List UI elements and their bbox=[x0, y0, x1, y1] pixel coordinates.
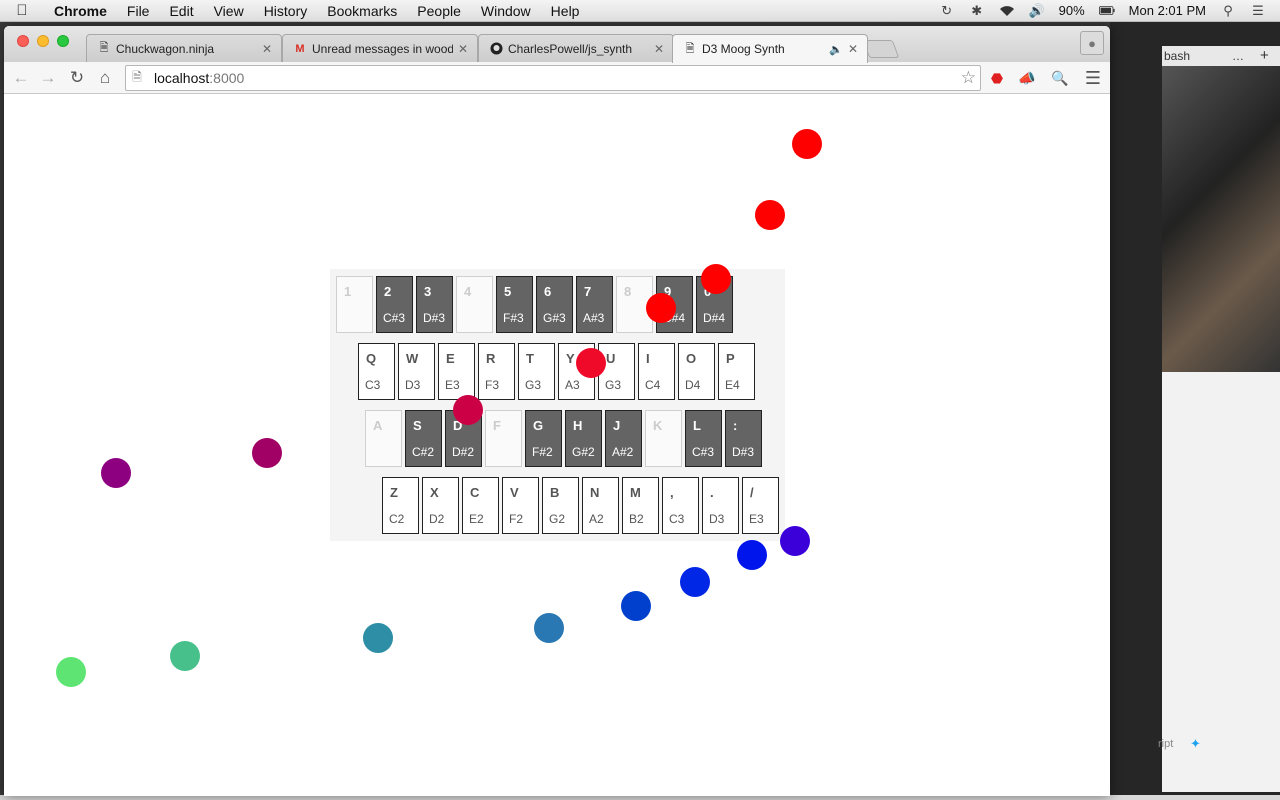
synth-page: 1 2 C#3 3 D#3 4 5 F#3 6 G#3 7 A#3 8 9 C#4 0 D#4 Q C3 W D3 E E3… bbox=[4, 94, 1110, 796]
tab-title: Chuckwagon.ninja bbox=[116, 41, 215, 56]
megaphone-extension-icon[interactable]: 📣 bbox=[1017, 68, 1037, 88]
tab-title: Unread messages in wood bbox=[312, 41, 453, 56]
menu-edit[interactable]: Edit bbox=[159, 0, 203, 22]
note-dot bbox=[453, 395, 483, 425]
menubar-clock[interactable]: Mon 2:01 PM bbox=[1129, 3, 1206, 18]
twitter-icon: ✦ bbox=[1190, 736, 1201, 751]
background-panel: ript ✦ bbox=[1158, 372, 1280, 792]
background-tab: bash … + bbox=[1162, 46, 1280, 66]
page-icon: 🗎 bbox=[685, 42, 695, 55]
page-info-icon[interactable]: 🗎 bbox=[130, 70, 144, 85]
macos-menu-bar:  Chrome File Edit View History Bookmark… bbox=[0, 0, 1280, 22]
note-dot bbox=[737, 540, 767, 570]
zoom-window-button[interactable] bbox=[57, 35, 69, 47]
note-dot bbox=[621, 591, 651, 621]
close-tab-icon[interactable]: ✕ bbox=[261, 42, 273, 56]
bluetooth-icon[interactable]: ✱ bbox=[969, 3, 985, 18]
note-dot bbox=[363, 623, 393, 653]
battery-percent: 90% bbox=[1058, 3, 1085, 18]
background-tab-label: bash bbox=[1164, 49, 1191, 63]
minimize-window-button[interactable] bbox=[37, 35, 49, 47]
background-terminal-window: bash … + ript ✦ bbox=[1110, 22, 1280, 800]
battery-icon[interactable] bbox=[1098, 4, 1115, 18]
add-icon: + bbox=[1260, 47, 1269, 64]
menu-help[interactable]: Help bbox=[541, 0, 590, 22]
close-tab-icon[interactable]: ✕ bbox=[847, 42, 859, 56]
status-area: ↻ ✱ 🔊 90% Mon 2:01 PM ⚲ ☰ bbox=[939, 3, 1280, 19]
note-dot bbox=[576, 348, 606, 378]
tab-title: CharlesPowell/js_synth bbox=[508, 41, 633, 56]
url-port: :8000 bbox=[209, 70, 245, 86]
chrome-menu-icon[interactable]: ☰ bbox=[1083, 68, 1103, 88]
note-dot bbox=[646, 293, 676, 323]
tab-title: D3 Moog Synth bbox=[702, 42, 785, 56]
menu-history[interactable]: History bbox=[254, 0, 318, 22]
menu-view[interactable]: View bbox=[204, 0, 254, 22]
close-tab-icon[interactable]: ✕ bbox=[653, 42, 665, 56]
chrome-window: 🗎 Chuckwagon.ninja ✕ M Unread messages i… bbox=[4, 26, 1110, 796]
spotlight-search-icon[interactable]: ⚲ bbox=[1220, 3, 1236, 18]
volume-icon[interactable]: 🔊 bbox=[1029, 3, 1045, 18]
home-icon[interactable]: ⌂ bbox=[94, 67, 116, 89]
tab-chuckwagon[interactable]: 🗎 Chuckwagon.ninja ✕ bbox=[86, 34, 282, 62]
browser-toolbar: ← → ↻ ⌂ 🗎 localhost:8000 ☆ ⬣ 📣 🔍 ☰ bbox=[4, 62, 1110, 94]
page-icon: 🗎 bbox=[99, 42, 109, 54]
gmail-icon: M bbox=[295, 42, 305, 55]
tab-d3-moog-synth[interactable]: 🗎 D3 Moog Synth 🔈 ✕ bbox=[672, 34, 868, 63]
menu-file[interactable]: File bbox=[117, 0, 160, 22]
note-dot bbox=[170, 641, 200, 671]
menu-people[interactable]: People bbox=[407, 0, 471, 22]
more-icon: … bbox=[1232, 49, 1244, 63]
note-dots-visualization bbox=[56, 129, 822, 687]
menu-window[interactable]: Window bbox=[471, 0, 541, 22]
note-dot bbox=[780, 526, 810, 556]
back-arrow-icon[interactable]: ← bbox=[10, 67, 32, 89]
github-icon bbox=[489, 42, 503, 56]
forward-arrow-icon[interactable]: → bbox=[37, 67, 59, 89]
note-dot bbox=[755, 200, 785, 230]
tab-gmail[interactable]: M Unread messages in wood ✕ bbox=[282, 34, 478, 62]
notification-center-icon[interactable]: ☰ bbox=[1250, 3, 1266, 18]
note-dot bbox=[56, 657, 86, 687]
apple-menu-icon[interactable]:  bbox=[0, 2, 44, 19]
wifi-icon[interactable] bbox=[999, 4, 1015, 18]
close-window-button[interactable] bbox=[17, 35, 29, 47]
menu-app-name[interactable]: Chrome bbox=[44, 0, 117, 22]
address-bar[interactable]: 🗎 localhost:8000 ☆ bbox=[125, 65, 981, 91]
time-machine-icon[interactable]: ↻ bbox=[939, 3, 955, 18]
note-dot bbox=[534, 613, 564, 643]
tab-strip: 🗎 Chuckwagon.ninja ✕ M Unread messages i… bbox=[4, 26, 1110, 63]
url-host: localhost bbox=[154, 70, 210, 86]
note-dot bbox=[792, 129, 822, 159]
bookmark-star-icon[interactable]: ☆ bbox=[961, 68, 976, 88]
background-text: ript bbox=[1158, 738, 1174, 750]
note-dot bbox=[680, 567, 710, 597]
close-tab-icon[interactable]: ✕ bbox=[457, 42, 469, 56]
note-dot bbox=[252, 438, 282, 468]
menu-bookmarks[interactable]: Bookmarks bbox=[317, 0, 407, 22]
note-dot bbox=[101, 458, 131, 488]
search-extension-icon[interactable]: 🔍 bbox=[1050, 68, 1070, 88]
background-wallpaper bbox=[1162, 66, 1280, 372]
adblock-extension-icon[interactable]: ⬣ bbox=[987, 68, 1007, 88]
new-tab-button[interactable] bbox=[862, 40, 900, 58]
reload-icon[interactable]: ↻ bbox=[66, 67, 88, 89]
profile-button[interactable]: ● bbox=[1080, 31, 1104, 55]
note-dot bbox=[701, 264, 731, 294]
person-icon: ● bbox=[1088, 35, 1096, 51]
tab-github[interactable]: CharlesPowell/js_synth ✕ bbox=[478, 34, 674, 62]
audio-playing-icon[interactable]: 🔈 bbox=[829, 43, 843, 56]
